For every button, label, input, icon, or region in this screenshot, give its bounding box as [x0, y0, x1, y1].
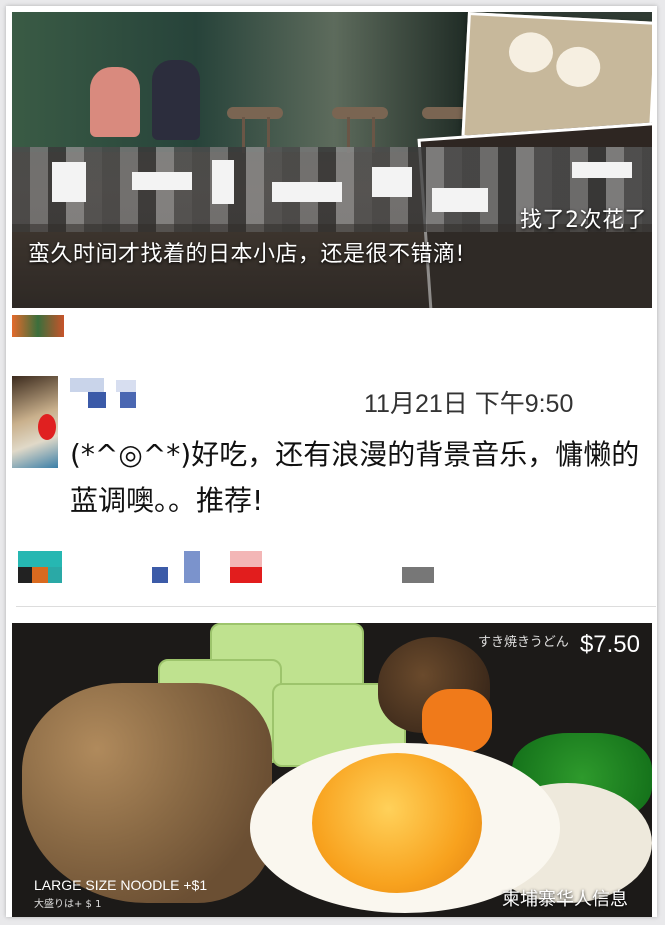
watermark: 柬埔寨华人信息: [502, 889, 628, 910]
mosaic-block: [212, 160, 234, 204]
menu-price: $7.50: [579, 631, 640, 658]
bar-stool: [332, 107, 388, 119]
mosaic-block: [230, 567, 262, 583]
mosaic-block: [48, 567, 62, 583]
username-blurred[interactable]: [70, 378, 140, 408]
mosaic-block: [272, 182, 342, 202]
mosaic-block: [18, 567, 32, 583]
mosaic-block: [18, 551, 62, 567]
mosaic-block: [402, 567, 434, 583]
beef-topping: [22, 683, 272, 903]
mosaic-block: [572, 162, 632, 178]
dumpling: [555, 45, 602, 88]
mosaic-block: [184, 551, 200, 583]
mosaic-block: [230, 551, 262, 567]
large-noodle-sublabel: 大盛りは+ $ 1: [34, 899, 102, 910]
avatar[interactable]: [12, 376, 58, 468]
screenshot-frame: 找了2次花了 蛮久时间才找着的日本小店，还是很不错滴! 11月21日 下午9:5…: [6, 6, 657, 917]
mosaic-block: [32, 567, 48, 583]
mosaic-block: [70, 378, 104, 392]
photo-caption-line1: 找了2次花了: [520, 208, 647, 233]
mosaic-block: [120, 392, 136, 408]
dumpling: [507, 31, 554, 74]
restaurant-photo-collage[interactable]: 找了2次花了 蛮久时间才找着的日本小店，还是很不错滴!: [12, 12, 652, 308]
thumbnail-image[interactable]: [12, 315, 64, 337]
mosaic-block: [372, 167, 412, 197]
mosaic-block: [52, 162, 86, 202]
mosaic-block: [132, 172, 192, 190]
divider: [16, 606, 656, 607]
mosaic-block: [88, 392, 106, 408]
mosaic-block: [432, 188, 488, 212]
diner-figure: [90, 67, 140, 137]
post-timestamp: 11月21日 下午9:50: [364, 390, 574, 418]
action-bar-blurred[interactable]: [12, 551, 652, 585]
diner-figure: [152, 60, 200, 140]
restaurant-interior-photo: [12, 12, 478, 153]
photo-caption-line2: 蛮久时间才找着的日本小店，还是很不错滴!: [28, 242, 465, 267]
post-text: (*^◎^*)好吃，还有浪漫的背景音乐，慵懒的蓝调噢。。推荐!: [70, 438, 640, 517]
egg-yolk: [312, 753, 482, 893]
menu-item-name: すき焼きうどん: [478, 635, 569, 650]
bar-stool: [227, 107, 283, 119]
mosaic-block: [152, 567, 168, 583]
mosaic-block: [116, 380, 136, 392]
noodle-dish-photo[interactable]: すき焼きうどん $7.50 LARGE SIZE NOODLE +$1 大盛りは…: [12, 623, 652, 917]
large-noodle-label: LARGE SIZE NOODLE +$1: [34, 877, 208, 893]
avatar-detail: [38, 414, 56, 440]
